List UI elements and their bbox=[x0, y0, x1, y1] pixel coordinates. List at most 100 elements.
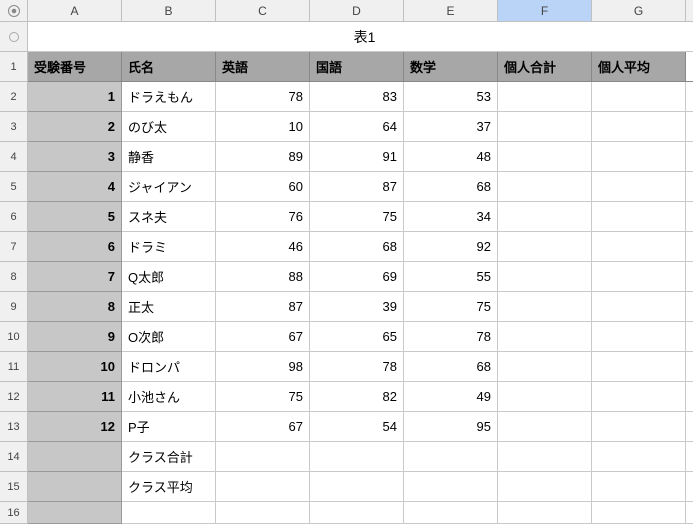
table-title[interactable]: 表1 bbox=[28, 22, 693, 52]
col-header-B[interactable]: B bbox=[122, 0, 216, 22]
cell-personal-total[interactable] bbox=[498, 82, 592, 112]
cell-japanese[interactable]: 54 bbox=[310, 412, 404, 442]
cell-japanese[interactable]: 87 bbox=[310, 172, 404, 202]
cell-personal-avg[interactable] bbox=[592, 352, 686, 382]
cell-personal-avg[interactable] bbox=[592, 412, 686, 442]
cell-english[interactable]: 76 bbox=[216, 202, 310, 232]
cell-personal-avg[interactable] bbox=[592, 502, 686, 524]
row-header-8[interactable]: 8 bbox=[0, 262, 28, 292]
cell-exam-no[interactable]: 9 bbox=[28, 322, 122, 352]
cell-exam-no[interactable] bbox=[28, 502, 122, 524]
row-header-13[interactable]: 13 bbox=[0, 412, 28, 442]
cell-name[interactable]: O次郎 bbox=[122, 322, 216, 352]
cell-japanese[interactable]: 78 bbox=[310, 352, 404, 382]
cell-english[interactable]: 67 bbox=[216, 322, 310, 352]
cell-personal-total[interactable] bbox=[498, 442, 592, 472]
cell-personal-total[interactable] bbox=[498, 502, 592, 524]
cell-english[interactable]: 78 bbox=[216, 82, 310, 112]
cell-personal-total[interactable] bbox=[498, 292, 592, 322]
cell-english[interactable]: 87 bbox=[216, 292, 310, 322]
header-math[interactable]: 数学 bbox=[404, 52, 498, 82]
cell-name[interactable] bbox=[122, 502, 216, 524]
cell-math[interactable]: 75 bbox=[404, 292, 498, 322]
cell-japanese[interactable]: 39 bbox=[310, 292, 404, 322]
row-header-4[interactable]: 4 bbox=[0, 142, 28, 172]
cell-personal-total[interactable] bbox=[498, 412, 592, 442]
cell-japanese[interactable] bbox=[310, 442, 404, 472]
cell-math[interactable]: 48 bbox=[404, 142, 498, 172]
cell-personal-avg[interactable] bbox=[592, 382, 686, 412]
cell-personal-total[interactable] bbox=[498, 382, 592, 412]
cell-japanese[interactable] bbox=[310, 502, 404, 524]
cell-exam-no[interactable]: 10 bbox=[28, 352, 122, 382]
cell-name[interactable]: ドラミ bbox=[122, 232, 216, 262]
cell-personal-avg[interactable] bbox=[592, 262, 686, 292]
cell-math[interactable]: 49 bbox=[404, 382, 498, 412]
col-header-D[interactable]: D bbox=[310, 0, 404, 22]
header-japanese[interactable]: 国語 bbox=[310, 52, 404, 82]
cell-personal-avg[interactable] bbox=[592, 232, 686, 262]
cell-personal-avg[interactable] bbox=[592, 142, 686, 172]
cell-japanese[interactable] bbox=[310, 472, 404, 502]
cell-math[interactable] bbox=[404, 472, 498, 502]
cell-personal-avg[interactable] bbox=[592, 322, 686, 352]
cell-personal-total[interactable] bbox=[498, 172, 592, 202]
cell-japanese[interactable]: 64 bbox=[310, 112, 404, 142]
cell-exam-no[interactable]: 1 bbox=[28, 82, 122, 112]
cell-personal-avg[interactable] bbox=[592, 112, 686, 142]
col-header-F[interactable]: F bbox=[498, 0, 592, 22]
cell-english[interactable]: 89 bbox=[216, 142, 310, 172]
cell-english[interactable]: 46 bbox=[216, 232, 310, 262]
cell-name[interactable]: Q太郎 bbox=[122, 262, 216, 292]
col-header-C[interactable]: C bbox=[216, 0, 310, 22]
cell-english[interactable] bbox=[216, 442, 310, 472]
cell-name[interactable]: 静香 bbox=[122, 142, 216, 172]
cell-exam-no[interactable]: 5 bbox=[28, 202, 122, 232]
cell-exam-no[interactable]: 3 bbox=[28, 142, 122, 172]
cell-exam-no[interactable]: 6 bbox=[28, 232, 122, 262]
cell-name[interactable]: ジャイアン bbox=[122, 172, 216, 202]
cell-name[interactable]: 小池さん bbox=[122, 382, 216, 412]
cell-math[interactable]: 78 bbox=[404, 322, 498, 352]
cell-english[interactable]: 88 bbox=[216, 262, 310, 292]
cell-exam-no[interactable]: 2 bbox=[28, 112, 122, 142]
row-header-2[interactable]: 2 bbox=[0, 82, 28, 112]
cell-personal-total[interactable] bbox=[498, 202, 592, 232]
cell-japanese[interactable]: 82 bbox=[310, 382, 404, 412]
cell-japanese[interactable]: 75 bbox=[310, 202, 404, 232]
cell-exam-no[interactable]: 12 bbox=[28, 412, 122, 442]
cell-math[interactable] bbox=[404, 442, 498, 472]
cell-english[interactable] bbox=[216, 502, 310, 524]
cell-personal-avg[interactable] bbox=[592, 472, 686, 502]
cell-exam-no[interactable]: 4 bbox=[28, 172, 122, 202]
cell-exam-no[interactable]: 8 bbox=[28, 292, 122, 322]
cell-personal-avg[interactable] bbox=[592, 82, 686, 112]
cell-japanese[interactable]: 91 bbox=[310, 142, 404, 172]
cell-math[interactable]: 68 bbox=[404, 352, 498, 382]
header-name[interactable]: 氏名 bbox=[122, 52, 216, 82]
cell-class-avg-label[interactable]: クラス平均 bbox=[122, 472, 216, 502]
cell-math[interactable]: 55 bbox=[404, 262, 498, 292]
cell-personal-total[interactable] bbox=[498, 232, 592, 262]
cell-name[interactable]: ドロンパ bbox=[122, 352, 216, 382]
cell-japanese[interactable]: 65 bbox=[310, 322, 404, 352]
cell-japanese[interactable]: 68 bbox=[310, 232, 404, 262]
row-header-12[interactable]: 12 bbox=[0, 382, 28, 412]
cell-name[interactable]: ドラえもん bbox=[122, 82, 216, 112]
cell-exam-no[interactable] bbox=[28, 442, 122, 472]
cell-math[interactable]: 68 bbox=[404, 172, 498, 202]
cell-name[interactable]: スネ夫 bbox=[122, 202, 216, 232]
cell-japanese[interactable]: 83 bbox=[310, 82, 404, 112]
cell-class-total-label[interactable]: クラス合計 bbox=[122, 442, 216, 472]
cell-personal-total[interactable] bbox=[498, 262, 592, 292]
row-header-10[interactable]: 10 bbox=[0, 322, 28, 352]
cell-personal-total[interactable] bbox=[498, 322, 592, 352]
select-all-corner[interactable] bbox=[0, 0, 28, 22]
cell-english[interactable]: 75 bbox=[216, 382, 310, 412]
cell-math[interactable]: 37 bbox=[404, 112, 498, 142]
cell-personal-total[interactable] bbox=[498, 112, 592, 142]
cell-japanese[interactable]: 69 bbox=[310, 262, 404, 292]
table-handle[interactable] bbox=[0, 22, 28, 52]
cell-math[interactable]: 34 bbox=[404, 202, 498, 232]
cell-personal-avg[interactable] bbox=[592, 172, 686, 202]
